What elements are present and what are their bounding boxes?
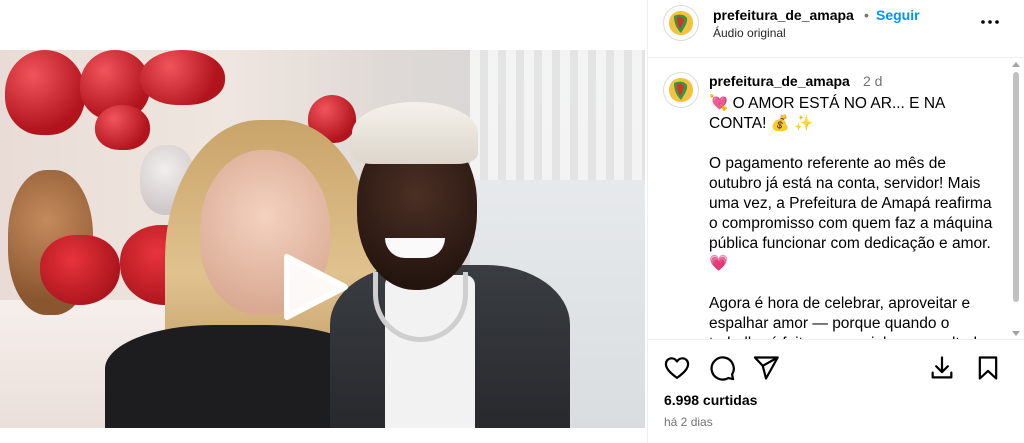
caption-username[interactable]: prefeitura_de_amapa	[709, 73, 850, 89]
bookmark-icon[interactable]	[974, 354, 1002, 382]
likes-count[interactable]: 6.998 curtidas	[664, 392, 757, 408]
comments-scrollbar[interactable]	[1010, 58, 1022, 339]
more-horizontal-icon[interactable]	[978, 10, 1002, 34]
scrollbar-thumb[interactable]	[1013, 72, 1019, 302]
action-bar	[648, 350, 1024, 386]
video-player[interactable]	[0, 50, 645, 428]
heart-balloon	[5, 50, 85, 135]
caption-time: 2 d	[863, 73, 883, 89]
post-header: prefeitura_de_amapa • Seguir Áudio origi…	[648, 0, 1024, 58]
city-logo-icon	[669, 11, 693, 35]
city-logo-icon	[669, 78, 693, 102]
play-icon[interactable]	[281, 251, 351, 323]
avatar[interactable]	[663, 5, 699, 41]
caption-paragraph: 💘 O AMOR ESTÁ NO AR... E NA CONTA! 💰 ✨	[709, 95, 945, 132]
caption-avatar[interactable]	[663, 72, 699, 108]
caption-text: 💘 O AMOR ESTÁ NO AR... E NA CONTA! 💰 ✨ O…	[709, 94, 999, 339]
scroll-up-icon[interactable]	[1012, 62, 1020, 67]
man-cap	[352, 102, 478, 164]
comments-section: prefeitura_de_amapa 2 d 💘 O AMOR ESTÁ NO…	[648, 58, 1024, 340]
caption-paragraph: Agora é hora de celebrar, aproveitar e e…	[709, 295, 986, 339]
heart-pillow	[40, 235, 120, 305]
follow-button[interactable]: Seguir	[876, 7, 920, 23]
audio-label[interactable]: Áudio original	[713, 26, 786, 40]
heart-balloon	[95, 105, 150, 150]
scroll-down-icon[interactable]	[1012, 331, 1020, 336]
heart-balloon	[140, 50, 225, 105]
download-icon[interactable]	[928, 354, 956, 382]
post-date[interactable]: há 2 dias	[664, 415, 713, 429]
post-details-panel: prefeitura_de_amapa • Seguir Áudio origi…	[647, 0, 1024, 443]
media-area	[0, 0, 647, 443]
heart-icon[interactable]	[663, 354, 691, 382]
send-icon[interactable]	[752, 354, 780, 382]
header-username[interactable]: prefeitura_de_amapa	[713, 7, 854, 23]
caption-paragraph: O pagamento referente ao mês de outubro …	[709, 155, 993, 272]
comment-icon[interactable]	[708, 354, 736, 382]
instagram-post-view: prefeitura_de_amapa • Seguir Áudio origi…	[0, 0, 1024, 443]
background-curtain	[470, 50, 645, 180]
dot-separator: •	[864, 7, 869, 23]
